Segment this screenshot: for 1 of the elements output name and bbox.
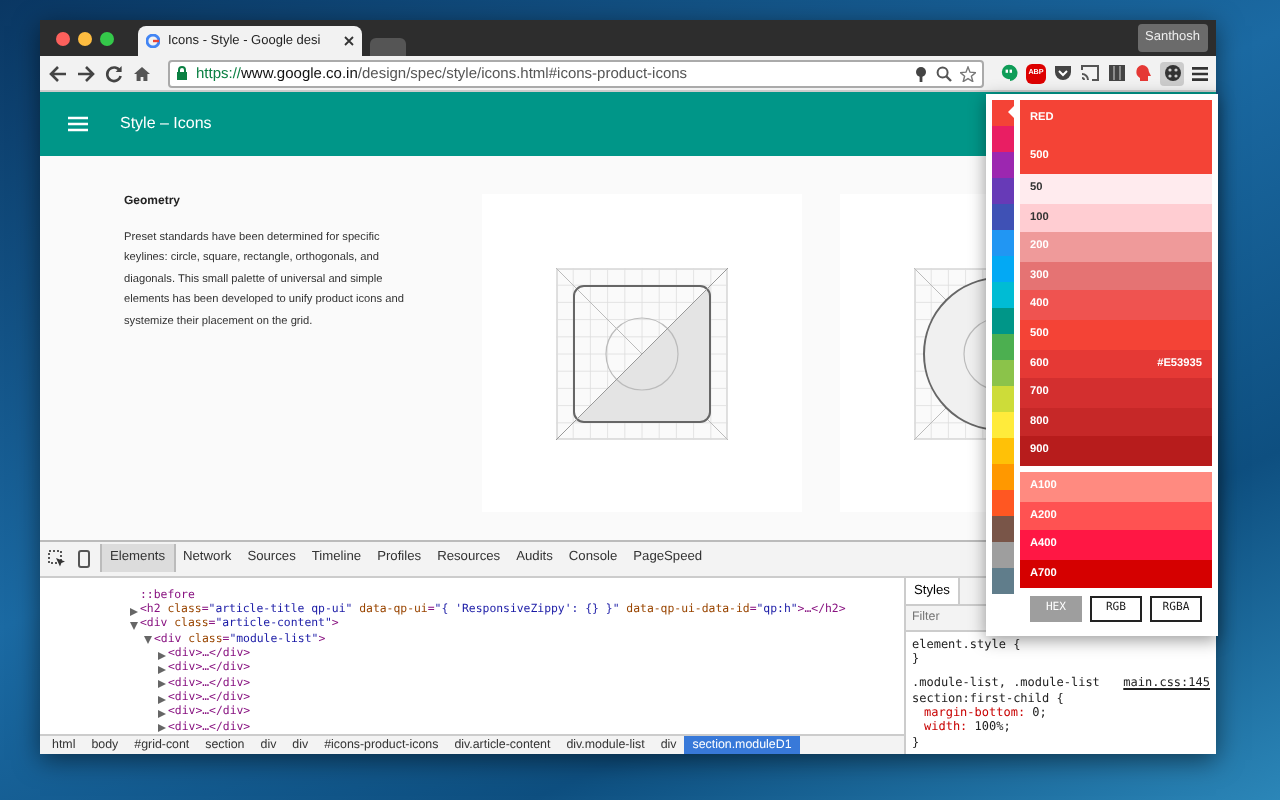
page-title: Style – Icons [120, 112, 212, 136]
